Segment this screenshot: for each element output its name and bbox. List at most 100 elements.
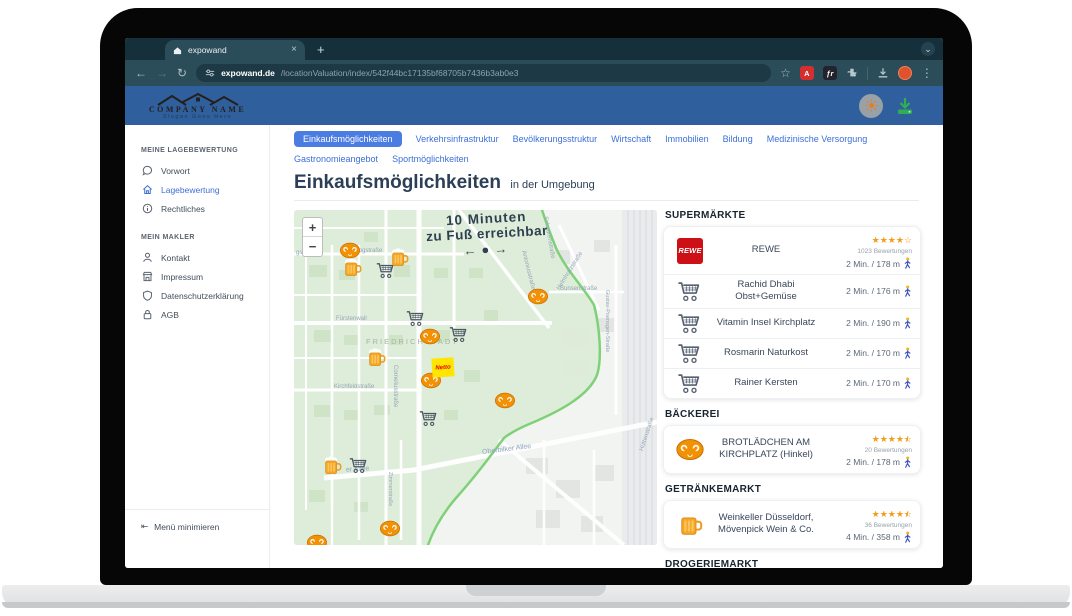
person-icon — [142, 252, 153, 263]
walk-time: 2 Min. / 178 m — [846, 259, 900, 269]
sidebar-item-label: Rechtliches — [161, 204, 205, 214]
new-tab-button[interactable]: + — [317, 40, 325, 60]
tab-bevoelkerungsstruktur[interactable]: Bevölkerungsstruktur — [513, 134, 598, 144]
map-marker-beer-icon[interactable] — [322, 456, 342, 476]
map-marker-cart-icon[interactable] — [449, 326, 469, 346]
forward-icon[interactable]: → — [156, 67, 168, 79]
sidebar-item-agb[interactable]: AGB — [125, 305, 269, 324]
street-label: Gustav-Poensgen-Straße — [604, 290, 610, 352]
lock-icon — [142, 309, 153, 320]
extensions-puzzle-icon[interactable] — [846, 67, 858, 79]
tab-einkaufsmoeglichkeiten[interactable]: Einkaufsmöglichkeiten — [294, 131, 402, 147]
profile-avatar[interactable] — [898, 66, 912, 80]
supermarkets-card: REWE REWE ★★★★☆ 1023 Bewertungen 2 Min. … — [663, 226, 921, 399]
fonts-extension-icon[interactable]: ƒr — [823, 66, 837, 80]
toolbar-separator — [867, 67, 868, 80]
tab-medizinische-versorgung[interactable]: Medizinische Versorgung — [767, 134, 868, 144]
tab-title: expowand — [188, 45, 285, 55]
sidebar-item-datenschutz[interactable]: Datenschutzerklärung — [125, 286, 269, 305]
header-actions — [859, 86, 915, 125]
place-row[interactable]: Rachid Dhabi Obst+Gemüse 2 Min. / 176 m — [664, 275, 920, 309]
browser-menu-icon[interactable]: ⋮ — [921, 67, 933, 79]
cart-icon — [672, 281, 708, 302]
sidebar-item-label: Impressum — [161, 272, 203, 282]
tab-immobilien[interactable]: Immobilien — [665, 134, 709, 144]
laptop-bezel: expowand × + ⌄ ← → ↻ expowand.de/locatio… — [100, 8, 972, 585]
walking-person-icon — [903, 285, 912, 298]
walking-person-icon — [903, 257, 912, 270]
sidebar-item-label: Datenschutzerklärung — [161, 291, 244, 301]
minimize-label: Menü minimieren — [154, 522, 219, 532]
tab-verkehrsinfrastruktur[interactable]: Verkehrsinfrastruktur — [416, 134, 499, 144]
sidebar-item-label: Lagebewertung — [161, 185, 220, 195]
cart-icon — [672, 373, 708, 394]
page-title: Einkaufsmöglichkeiten in der Umgebung — [294, 172, 919, 194]
sidebar-section-makler: MEIN MAKLER — [141, 234, 269, 241]
map-marker-pretzel-icon[interactable] — [306, 534, 326, 545]
beverage-card: Weinkeller Düsseldorf, Mövenpick Wein & … — [663, 500, 921, 549]
address-bar[interactable]: expowand.de/locationValuation/index/542f… — [196, 64, 771, 82]
category-tabs-row1: Einkaufsmöglichkeiten Verkehrsinfrastruk… — [294, 131, 919, 147]
place-row[interactable]: Vitamin Insel Kirchplatz 2 Min. / 190 m — [664, 309, 920, 339]
export-download-icon[interactable] — [895, 97, 915, 115]
walking-person-icon — [903, 377, 912, 390]
tab-wirtschaft[interactable]: Wirtschaft — [611, 134, 651, 144]
map-marker-cart-icon[interactable] — [349, 457, 369, 477]
street-label: Bunsenstraße — [560, 286, 597, 292]
tab-search-chevron-icon[interactable]: ⌄ — [921, 42, 935, 56]
company-slogan: Slogan Goes Here — [125, 114, 270, 120]
map-zoom-control: + − — [302, 217, 323, 257]
laptop-notch — [466, 585, 606, 596]
zoom-in-button[interactable]: + — [303, 218, 322, 237]
category-tabs-row2: Gastronomieangebot Sportmöglichkeiten — [294, 154, 919, 164]
bookmark-star-icon[interactable]: ☆ — [780, 67, 791, 79]
tab-bildung[interactable]: Bildung — [723, 134, 753, 144]
place-name: BROTLÄDCHEN AM KIRCHPLATZ (Hinkel) — [708, 437, 824, 462]
page-title-main: Einkaufsmöglichkeiten — [294, 172, 501, 193]
map-marker-pretzel-icon[interactable] — [419, 328, 439, 348]
street-label: Zimmerstraße — [387, 472, 393, 506]
browser-tab[interactable]: expowand × — [165, 40, 305, 60]
sidebar-item-impressum[interactable]: Impressum — [125, 267, 269, 286]
place-row-rewe[interactable]: REWE REWE ★★★★☆ 1023 Bewertungen 2 Min. … — [664, 227, 920, 275]
sidebar-item-rechtliches[interactable]: Rechtliches — [125, 199, 269, 218]
map-marker-pretzel-icon[interactable] — [494, 392, 514, 412]
reload-icon[interactable]: ↻ — [177, 67, 187, 79]
walking-person-icon — [903, 317, 912, 330]
results-panel: SUPERMÄRKTE REWE REWE ★★★★☆ 1023 Bewertu… — [663, 210, 921, 568]
place-row[interactable]: Rosmarin Naturkost 2 Min. / 170 m — [664, 339, 920, 369]
tab-close-icon[interactable]: × — [291, 45, 297, 55]
sidebar-item-label: Vorwort — [161, 166, 190, 176]
rewe-logo: REWE — [677, 238, 703, 264]
browser-tab-strip: expowand × + ⌄ — [125, 38, 943, 60]
laptop-base — [2, 585, 1070, 608]
walk-time: 2 Min. / 178 m — [846, 457, 900, 467]
title-divider — [294, 200, 919, 201]
map-marker-netto-logo[interactable]: Netto — [431, 357, 454, 377]
collapse-left-icon: ⇤ — [141, 521, 148, 532]
sidebar-item-vorwort[interactable]: Vorwort — [125, 161, 269, 180]
place-row[interactable]: BROTLÄDCHEN AM KIRCHPLATZ (Hinkel) ★★★★☆… — [664, 426, 920, 473]
place-row[interactable]: Rainer Kersten 2 Min. / 170 m — [664, 369, 920, 398]
zoom-out-button[interactable]: − — [303, 237, 322, 256]
map[interactable]: gstraße Herzogstraße Fürstenwall FRIEDRI… — [294, 210, 657, 545]
sidebar-item-kontakt[interactable]: Kontakt — [125, 248, 269, 267]
map-marker-cart-icon[interactable] — [406, 310, 426, 330]
map-marker-pretzel-icon[interactable] — [527, 288, 547, 308]
menu-minimize-button[interactable]: ⇤ Menü minimieren — [125, 509, 269, 532]
map-marker-beer-icon[interactable] — [366, 348, 386, 368]
pretzel-icon — [672, 438, 708, 461]
adobe-extension-icon[interactable]: A — [800, 66, 814, 80]
map-marker-pretzel-icon[interactable] — [379, 520, 399, 540]
rating-stars: ★★★★☆ — [824, 231, 912, 247]
sidebar-item-lagebewertung[interactable]: Lagebewertung — [125, 180, 269, 199]
downloads-icon[interactable] — [877, 67, 889, 79]
tab-sportmoeglichkeiten[interactable]: Sportmöglichkeiten — [392, 154, 469, 164]
place-name: Weinkeller Düsseldorf, Mövenpick Wein & … — [708, 512, 824, 537]
back-icon[interactable]: ← — [135, 67, 147, 79]
map-marker-cart-icon[interactable] — [419, 410, 439, 430]
user-avatar-sun-icon[interactable] — [859, 94, 883, 118]
tab-gastronomieangebot[interactable]: Gastronomieangebot — [294, 154, 378, 164]
map-marker-beer-icon[interactable] — [342, 258, 362, 278]
place-row[interactable]: Weinkeller Düsseldorf, Mövenpick Wein & … — [664, 501, 920, 548]
